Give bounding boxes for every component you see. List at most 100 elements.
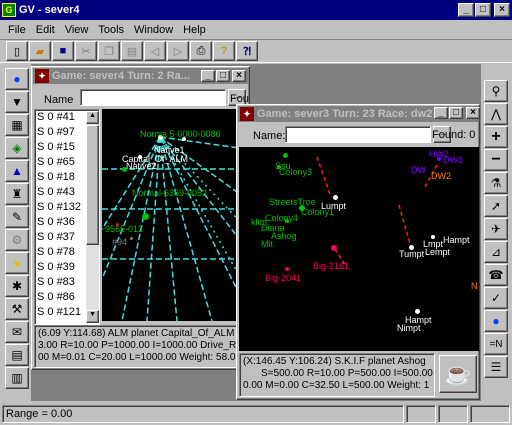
menu-tools[interactable]: Tools [93,24,129,36]
name-input[interactable] [80,89,226,106]
planet-marker[interactable] [142,213,149,220]
gear-icon[interactable]: ✱ [5,275,29,297]
close-button[interactable]: × [232,70,246,82]
map-label: Colony3 [279,167,313,177]
new-file-icon[interactable]: ▯ [6,41,28,61]
right-toolbar: ⚲ ⋀ + − ⚗ ➚ ✈ ⊿ ☎ ✓ ● =N ☰ [482,80,510,400]
planet-marker[interactable] [285,267,289,271]
maximize-button[interactable]: □ [475,3,491,17]
map-label: Normal-5369-0052 [132,188,208,198]
app-title: GV - sever4 [19,4,80,16]
planet-icon[interactable]: ● [484,310,508,332]
game-window-sever3[interactable]: ✦ Game: sever3 Turn: 23 Race: dw2 Name: … [236,104,480,400]
list-icon[interactable]: ☰ [484,356,508,378]
toolbar: ▯ ▰ ■ ✂ ❐ ▤ ◁ ▷ ⎙ ? ⁈ [0,39,512,63]
planet-marker[interactable] [331,245,337,251]
close-button[interactable]: × [466,107,480,119]
map-view[interactable]: Ssu Colony3 Lumpt StreetsTroe Colony1 Co… [239,147,479,351]
menu-file[interactable]: File [3,24,31,36]
zoom-out-icon[interactable]: − [484,149,508,171]
scroll-down-arrow[interactable]: ▼ [86,310,99,323]
map-label: Hampt [443,235,470,245]
minimize-button[interactable]: _ [201,70,215,82]
map-label: Native2 [126,161,157,171]
wrench-icon[interactable]: ⚒ [5,298,29,320]
equals-n-icon[interactable]: =N [484,333,508,355]
map-label: #94 [112,237,128,247]
chart-icon[interactable]: ▲ [5,160,29,182]
map-label: -9565-012 [102,224,144,234]
list-scrollbar[interactable]: ▲ ▼ [86,111,99,323]
info-line: 00 M=0.01 C=20.00 L=1000.00 Weight: 58.0… [38,352,242,363]
planet-marker[interactable] [333,195,338,200]
window-icon: ✦ [240,107,254,121]
maximize-button[interactable]: □ [216,70,230,82]
menu-help[interactable]: Help [178,24,211,36]
grid-icon[interactable]: ▦ [5,114,29,136]
minimize-button[interactable]: _ [458,3,474,17]
tool-icon[interactable]: ⚙ [5,229,29,251]
menu-window[interactable]: Window [129,24,178,36]
table-icon[interactable]: ▥ [5,367,29,389]
forward-icon[interactable]: ▷ [167,41,189,61]
map-label: Mit [261,239,273,249]
ruler-icon[interactable]: ⊿ [484,241,508,263]
app-icon[interactable]: G [2,3,16,17]
pen-icon[interactable]: ✎ [5,206,29,228]
help-icon[interactable]: ? [213,41,235,61]
ships-icon[interactable]: ◈ [5,137,29,159]
scroll-up-arrow[interactable]: ▲ [86,111,99,124]
status-panel [470,404,510,423]
map-label: Colony4 [265,213,299,223]
filter-icon[interactable]: ▼ [5,91,29,113]
map-view[interactable]: Norma 5-0000-0086 Native1 Capital_Of_ALM… [102,109,247,321]
map-label: Lempt [425,247,451,257]
open-folder-icon[interactable]: ▰ [29,41,51,61]
paste-icon[interactable]: ▤ [121,41,143,61]
map-label: DW [411,165,426,175]
info-line: (6.09 Y:114.68) ALM planet Capital_Of_AL… [38,328,241,339]
window-titlebar[interactable]: ✦ Game: sever4 Turn: 2 Ra... _ □ × [33,68,248,84]
cut-icon[interactable]: ✂ [75,41,97,61]
check-icon[interactable]: ✓ [484,287,508,309]
radio-icon[interactable]: ☎ [484,264,508,286]
object-info: (X:146.45 Y:106.24) S.K.I.F planet Ashog… [239,353,435,397]
close-button[interactable]: × [494,3,510,17]
object-info: (6.09 Y:114.68) ALM planet Capital_Of_AL… [34,325,248,368]
rocket-icon[interactable]: ✈ [484,218,508,240]
planet-marker[interactable] [283,153,288,158]
globe-icon[interactable]: ● [5,68,29,90]
robot-icon[interactable]: ♜ [5,183,29,205]
scroll-thumb[interactable] [86,125,99,245]
map-label: N [471,281,478,291]
window-title: Game: sever4 Turn: 2 Ra... [52,70,190,82]
flask-icon[interactable]: ⚗ [484,172,508,194]
zoom-in-icon[interactable]: + [484,126,508,148]
maximize-button[interactable]: □ [449,107,463,119]
map-label: Norma 5-0000-0086 [140,129,221,139]
status-panel [406,404,436,423]
compass-icon[interactable]: ⋀ [484,103,508,125]
save-icon[interactable]: ■ [52,41,74,61]
game-window-sever4[interactable]: ✦ Game: sever4 Turn: 2 Ra... _ □ × Name … [31,66,250,370]
map-label: DW2 [431,171,451,181]
name-input[interactable] [285,126,431,143]
left-toolbar: ● ▼ ▦ ◈ ▲ ♜ ✎ ⚙ ● ✱ ⚒ ✉ ▤ ▥ [3,67,31,397]
copy-icon[interactable]: ❐ [98,41,120,61]
planet-marker[interactable] [130,237,133,240]
menu-view[interactable]: View [60,24,94,36]
zoom-icon[interactable]: ⚲ [484,80,508,102]
mug-icon[interactable]: ☕ [439,355,477,393]
menu-edit[interactable]: Edit [31,24,60,36]
minimize-button[interactable]: _ [434,107,448,119]
map-label: Tumpt [399,249,425,259]
mail-icon[interactable]: ✉ [5,321,29,343]
back-icon[interactable]: ◁ [144,41,166,61]
context-help-icon[interactable]: ⁈ [236,41,258,61]
pointer-icon[interactable]: ➚ [484,195,508,217]
doc-icon[interactable]: ▤ [5,344,29,366]
print-icon[interactable]: ⎙ [190,41,212,61]
bulb-icon[interactable]: ● [5,252,29,274]
planet-marker[interactable] [415,309,420,314]
map-label: StreetsTroe [269,197,316,207]
